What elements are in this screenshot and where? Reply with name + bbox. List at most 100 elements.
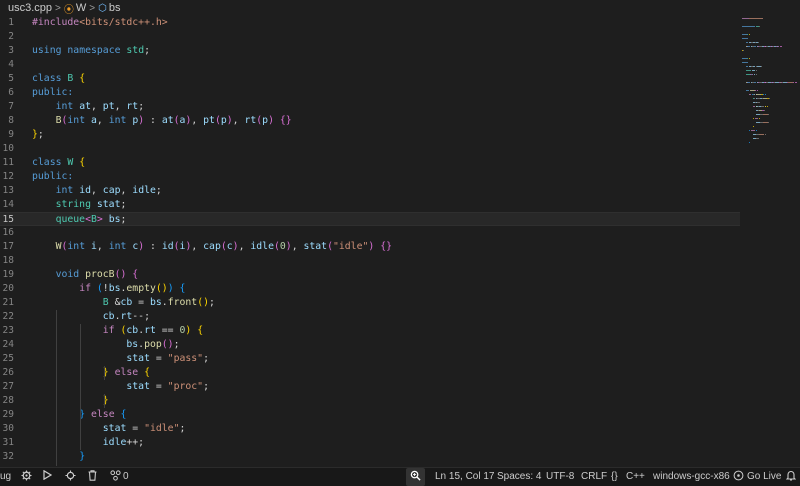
code-text: } else { — [102, 367, 150, 378]
code-text: cb.rt--; — [102, 311, 150, 322]
go-live-button[interactable]: Go Live — [747, 468, 781, 486]
minimap-token — [768, 122, 770, 123]
code-line[interactable]: 1 #include<bits/stdc++.h> — [0, 16, 740, 30]
minimap-token — [745, 66, 749, 67]
line-number: 20 — [2, 283, 14, 294]
minimap-token — [742, 26, 747, 27]
code-line[interactable]: 17 W(int i, int c) : id(i), cap(c), idle… — [0, 240, 740, 254]
breadcrumb-file[interactable]: usc3.cpp — [8, 2, 52, 14]
code-line[interactable]: 25 stat = "pass"; — [0, 352, 740, 366]
minimap-token — [768, 114, 770, 115]
code-line[interactable]: 20 if (!bs.empty()) { — [0, 282, 740, 296]
line-number: 5 — [8, 73, 14, 84]
minimap-token — [759, 26, 761, 27]
indent-guide — [104, 394, 105, 408]
code-line[interactable]: 4 — [0, 58, 740, 72]
code-line[interactable]: 30 stat = "idle"; — [0, 422, 740, 436]
notifications-bell-icon[interactable] — [785, 468, 797, 486]
encoding-setting[interactable]: UTF-8 — [546, 468, 574, 486]
broadcast-icon[interactable] — [733, 468, 744, 486]
line-number: 9 — [8, 129, 14, 140]
code-line[interactable]: 9}; — [0, 128, 740, 142]
minimap-token — [767, 106, 769, 107]
code-line[interactable]: 5 class B { — [0, 72, 740, 86]
compiler-config[interactable]: windows-gcc-x86 — [653, 468, 730, 486]
code-line[interactable]: 27 stat = "proc"; — [0, 380, 740, 394]
line-number: 25 — [2, 353, 14, 364]
line-number: 4 — [8, 59, 14, 70]
code-line[interactable]: 19 void procB() { — [0, 268, 740, 282]
minimap-token — [745, 90, 750, 91]
debug-settings-icon[interactable] — [65, 468, 76, 486]
code-line[interactable]: 3 using namespace std; — [0, 44, 740, 58]
code-line[interactable]: 2 — [0, 30, 740, 44]
zoom-search-icon[interactable] — [406, 468, 425, 486]
settings-gear-icon[interactable] — [21, 468, 32, 486]
minimap-token — [752, 106, 755, 107]
code-line[interactable]: 6 public: — [0, 86, 740, 100]
code-text: public: — [32, 87, 74, 98]
breadcrumb-class[interactable]: W — [76, 2, 86, 14]
code-line[interactable]: 15 queue<B> bs; — [0, 212, 740, 226]
line-number: 17 — [2, 241, 14, 252]
code-text: stat = "pass"; — [126, 353, 209, 364]
minimap-token — [749, 142, 751, 143]
code-line[interactable]: 18 — [0, 254, 740, 268]
minimap-token — [745, 70, 751, 71]
minimap[interactable] — [740, 16, 800, 176]
code-line[interactable]: 32 } — [0, 450, 740, 464]
code-line[interactable]: 11 class W { — [0, 156, 740, 170]
line-number: 6 — [8, 87, 14, 98]
status-bar: ug 0 Ln 15, Col 17 Spaces: 4 UTF-8 CRLF … — [0, 467, 800, 486]
chevron-right-icon: > — [55, 2, 61, 14]
run-icon[interactable] — [43, 468, 53, 486]
minimap-token — [795, 82, 797, 83]
code-line[interactable]: 8 B(int a, int p) : at(a), pt(p), rt(p) … — [0, 114, 740, 128]
cursor-position[interactable]: Ln 15, Col 17 — [435, 468, 495, 486]
code-text: void procB() { — [55, 269, 139, 280]
code-line[interactable]: 14 string stat; — [0, 198, 740, 212]
minimap-token — [764, 134, 766, 135]
code-line[interactable]: 13 int id, cap, idle; — [0, 184, 740, 198]
minimap-token — [747, 46, 751, 47]
line-ending-setting[interactable]: CRLF — [581, 468, 607, 486]
ports-count[interactable]: 0 — [123, 468, 129, 486]
code-line[interactable]: 23 if (cb.rt == 0) { — [0, 324, 740, 338]
trash-icon[interactable] — [88, 468, 97, 486]
line-number: 24 — [2, 339, 14, 350]
code-line[interactable]: 22 cb.rt--; — [0, 310, 740, 324]
code-line[interactable]: 29 } else { — [0, 408, 740, 422]
code-line[interactable]: 16 — [0, 226, 740, 240]
minimap-token — [759, 118, 761, 119]
indentation-setting[interactable]: Spaces: 4 — [497, 468, 541, 486]
code-line[interactable]: 28 } — [0, 394, 740, 408]
code-line[interactable]: 12 public: — [0, 170, 740, 184]
code-text: string stat; — [55, 199, 127, 210]
code-line[interactable]: 24 bs.pop(); — [0, 338, 740, 352]
line-number: 28 — [2, 395, 14, 406]
breadcrumb-member[interactable]: bs — [109, 2, 121, 14]
line-number: 23 — [2, 325, 14, 336]
breadcrumb: usc3.cpp > ⦿ W > ⬡ bs — [0, 0, 800, 16]
minimap-token — [755, 74, 757, 75]
minimap-token — [742, 58, 747, 59]
code-line[interactable]: 7 int at, pt, rt; — [0, 100, 740, 114]
line-number: 30 — [2, 423, 14, 434]
debug-label[interactable]: ug — [0, 468, 11, 486]
code-line[interactable]: 10 — [0, 142, 740, 156]
code-editor[interactable]: 1 #include<bits/stdc++.h> 2 3 using namespac… — [0, 16, 800, 467]
minimap-token — [779, 46, 782, 47]
code-line[interactable]: 26 } else { — [0, 366, 740, 380]
minimap-token — [742, 38, 749, 39]
code-line[interactable]: 21 B &cb = bs.front(); — [0, 296, 740, 310]
minimap-token — [763, 110, 765, 111]
ports-icon[interactable] — [110, 468, 121, 486]
minimap-token — [752, 126, 754, 127]
minimap-token — [754, 90, 757, 91]
language-mode[interactable]: C++ — [626, 468, 645, 486]
code-line[interactable]: 31 idle++; — [0, 436, 740, 450]
minimap-token — [749, 58, 751, 59]
line-number: 21 — [2, 297, 14, 308]
line-number: 3 — [8, 45, 14, 56]
indent-guide — [104, 366, 105, 380]
